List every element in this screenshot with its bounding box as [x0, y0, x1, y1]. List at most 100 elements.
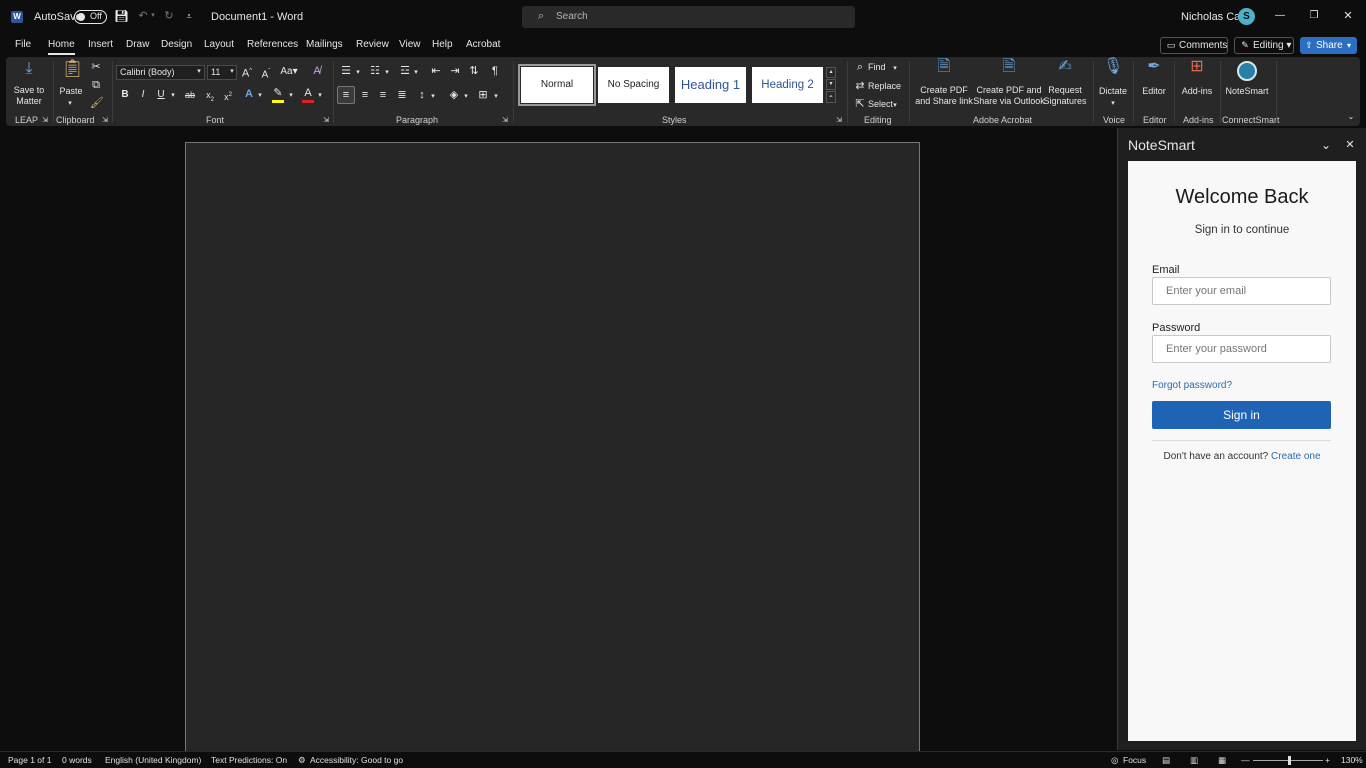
chevron-down-icon[interactable]: ▾ — [354, 67, 362, 79]
format-painter-icon[interactable]: 🖌︎ — [90, 97, 104, 109]
read-mode-icon[interactable]: ▤ — [1162, 755, 1170, 766]
accessibility-status[interactable]: Accessibility: Good to go — [310, 755, 403, 765]
tab-design[interactable]: Design — [161, 39, 192, 50]
search-box[interactable]: ⌕ Search — [522, 6, 855, 28]
bold-icon[interactable]: B — [119, 89, 131, 101]
numbering-icon[interactable]: ☷ — [368, 65, 382, 77]
underline-icon[interactable]: U — [155, 89, 167, 101]
focus-button[interactable]: Focus — [1123, 755, 1146, 765]
dialog-launcher-icon[interactable]: ⇲ — [101, 115, 109, 127]
change-case-icon[interactable]: Aa▾ — [279, 66, 299, 78]
highlight-icon[interactable]: ✎ — [271, 87, 285, 99]
subscript-icon[interactable]: x2 — [203, 89, 217, 106]
find-button[interactable]: Find — [868, 62, 886, 73]
notesmart-button[interactable]: NoteSmart — [1224, 86, 1270, 97]
customize-qat-icon[interactable]: ⩡ — [184, 10, 194, 22]
create-pdf-share-link-button[interactable]: Create PDF and Share link — [913, 85, 975, 107]
tab-draw[interactable]: Draw — [126, 39, 149, 50]
bullets-icon[interactable]: ☰ — [339, 65, 353, 77]
replace-button[interactable]: Replace — [868, 81, 901, 92]
chevron-down-icon[interactable]: ▾ — [383, 67, 391, 79]
request-signatures-button[interactable]: Request Signatures — [1043, 85, 1087, 107]
zoom-out-button[interactable]: — — [1241, 755, 1250, 765]
dialog-launcher-icon[interactable]: ⇲ — [322, 115, 330, 127]
font-name-combo[interactable]: Calibri (Body) — [116, 65, 205, 80]
save-to-matter-button[interactable]: Save to Matter — [11, 85, 47, 107]
style-normal[interactable]: Normal — [518, 64, 596, 106]
undo-dropdown-icon[interactable]: ▾ — [150, 10, 156, 22]
chevron-down-icon[interactable]: ▾ — [492, 91, 500, 103]
close-button[interactable]: ✕ — [1340, 8, 1356, 24]
password-field[interactable]: Enter your password — [1152, 335, 1331, 363]
font-color-icon[interactable]: A — [301, 87, 315, 99]
shrink-font-icon[interactable]: Aˇ — [259, 66, 273, 81]
sort-icon[interactable]: ⇅ — [467, 65, 481, 77]
create-account-link[interactable]: Create one — [1271, 451, 1320, 462]
share-dropdown-icon[interactable]: ▾ — [1347, 37, 1351, 54]
dialog-launcher-icon[interactable]: ⇲ — [501, 115, 509, 127]
chevron-down-icon[interactable]: ▾ — [891, 63, 899, 75]
chevron-down-icon[interactable]: ▾ — [256, 90, 264, 102]
undo-icon[interactable]: ↶ — [136, 10, 150, 22]
tab-acrobat[interactable]: Acrobat — [466, 39, 500, 50]
word-count[interactable]: 0 words — [62, 755, 92, 765]
dialog-launcher-icon[interactable]: ⇲ — [41, 115, 49, 127]
forgot-password-link[interactable]: Forgot password? — [1152, 380, 1232, 391]
close-icon[interactable]: ✕ — [1344, 139, 1356, 151]
show-formatting-icon[interactable]: ¶ — [488, 65, 502, 77]
document-page[interactable] — [185, 142, 920, 768]
grow-font-icon[interactable]: A^ — [240, 65, 254, 80]
chevron-down-icon[interactable]: ▾ — [1109, 98, 1117, 110]
chevron-down-icon[interactable]: ▾ — [412, 67, 420, 79]
avatar[interactable]: S — [1238, 8, 1255, 25]
web-layout-icon[interactable]: ▦ — [1218, 755, 1226, 766]
chevron-down-icon[interactable]: ▾ — [429, 91, 437, 103]
tab-home[interactable]: Home — [48, 39, 75, 50]
email-field[interactable]: Enter your email — [1152, 277, 1331, 305]
save-icon[interactable]: 💾︎ — [114, 10, 129, 22]
share-button[interactable]: ⇪ Share ▾ — [1300, 37, 1357, 54]
strikethrough-icon[interactable]: ab — [183, 89, 197, 101]
clear-formatting-icon[interactable]: A̸ — [310, 65, 324, 77]
chevron-down-icon[interactable]: ⌄ — [1320, 139, 1332, 151]
redo-icon[interactable]: ↻ — [162, 10, 176, 22]
italic-icon[interactable]: I — [137, 89, 149, 101]
styles-scroll-up[interactable]: ▴ — [826, 67, 836, 78]
align-center-icon[interactable]: ≡ — [358, 89, 372, 101]
increase-indent-icon[interactable]: ⇥ — [448, 65, 462, 77]
minimize-button[interactable]: — — [1272, 8, 1288, 24]
page-count[interactable]: Page 1 of 1 — [8, 755, 51, 765]
decrease-indent-icon[interactable]: ⇤ — [429, 65, 443, 77]
style-heading-2[interactable]: Heading 2 — [752, 67, 823, 103]
tab-insert[interactable]: Insert — [88, 39, 113, 50]
tab-mailings[interactable]: Mailings — [306, 39, 343, 50]
chevron-down-icon[interactable]: ▾ — [287, 90, 295, 102]
style-no-spacing[interactable]: No Spacing — [598, 67, 669, 103]
editing-mode-button[interactable]: ✎ Editing ▾ — [1234, 37, 1294, 54]
dialog-launcher-icon[interactable]: ⇲ — [835, 115, 843, 127]
tab-view[interactable]: View — [399, 39, 421, 50]
zoom-slider-thumb[interactable] — [1288, 756, 1291, 765]
superscript-icon[interactable]: x2 — [221, 89, 235, 103]
styles-more[interactable]: ⩡ — [826, 91, 836, 103]
select-button[interactable]: Select — [868, 99, 893, 110]
language[interactable]: English (United Kingdom) — [105, 755, 201, 765]
justify-icon[interactable]: ≣ — [395, 89, 409, 101]
zoom-level[interactable]: 130% — [1341, 755, 1363, 765]
align-right-icon[interactable]: ≡ — [376, 89, 390, 101]
paste-button[interactable]: Paste — [59, 86, 83, 97]
chevron-down-icon[interactable]: ▾ — [462, 91, 470, 103]
autosave-toggle[interactable]: Off — [74, 10, 107, 24]
chevron-down-icon[interactable]: ▾ — [195, 66, 203, 78]
line-spacing-icon[interactable]: ↕ — [415, 89, 429, 101]
print-layout-icon[interactable]: ▥ — [1190, 755, 1198, 766]
copy-icon[interactable]: ⧉ — [90, 79, 102, 91]
zoom-in-button[interactable]: + — [1325, 755, 1330, 765]
editor-button[interactable]: Editor — [1138, 86, 1170, 97]
tab-layout[interactable]: Layout — [204, 39, 234, 50]
style-heading-1[interactable]: Heading 1 — [675, 67, 746, 103]
borders-icon[interactable]: ⊞ — [476, 89, 490, 101]
multilevel-list-icon[interactable]: ☲ — [398, 65, 412, 77]
chevron-down-icon[interactable]: ▾ — [169, 90, 177, 102]
tab-review[interactable]: Review — [356, 39, 389, 50]
